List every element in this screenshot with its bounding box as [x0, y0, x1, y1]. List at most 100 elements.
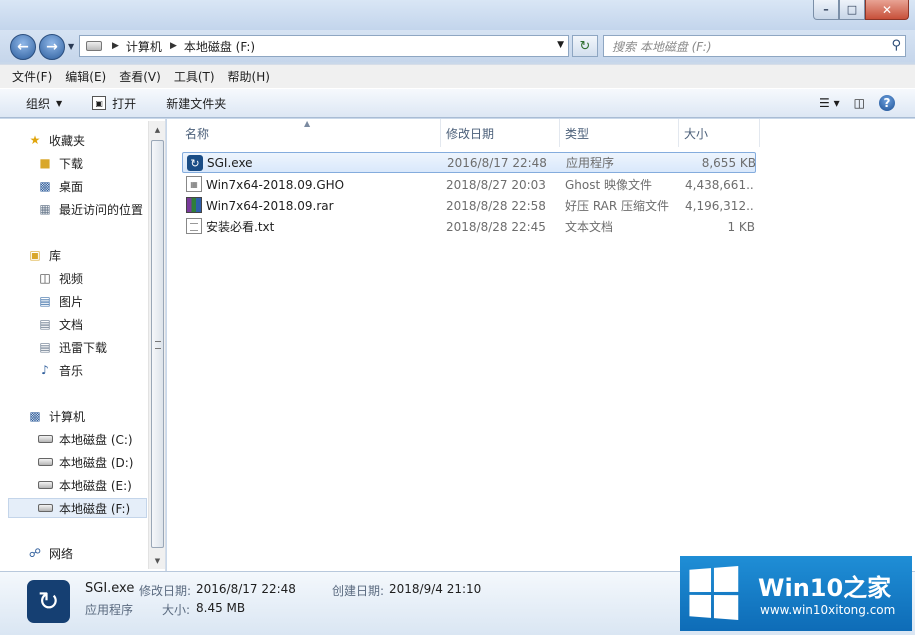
details-created-value: 2018/9/4 21:10 [389, 582, 482, 596]
new-folder-button[interactable]: 新建文件夹 [166, 95, 226, 112]
file-row[interactable]: ↻ SGI.exe 2016/8/17 22:48 应用程序 8,655 KB [182, 152, 756, 173]
open-button[interactable]: ▣ 打开 [92, 95, 136, 112]
file-name: 安装必看.txt [206, 220, 275, 234]
maximize-icon: □ [846, 3, 858, 16]
search-icon[interactable]: ⚲ [891, 38, 901, 53]
column-header-name[interactable]: 名称 [179, 119, 441, 147]
preview-pane-button[interactable]: ◫ [854, 96, 865, 110]
drive-icon [37, 477, 53, 493]
address-row: ← → ▼ ▶ 计算机 ▶ 本地磁盘 (F:) ▼ ↻ 搜索 本地磁盘 (F:)… [0, 30, 915, 62]
chevron-right-icon[interactable]: ▶ [170, 41, 177, 51]
scroll-up-icon[interactable]: ▲ [149, 121, 165, 138]
command-bar: 组织 ▼ ▣ 打开 新建文件夹 ☰ ▾ ◫ ? [0, 88, 915, 118]
forward-button[interactable]: → [39, 34, 65, 60]
file-row[interactable]: 安装必看.txt 2018/8/28 22:45 文本文档 1 KB [182, 216, 756, 237]
nav-thunder-downloads-label: 迅雷下载 [59, 340, 108, 355]
nav-documents-label: 文档 [59, 317, 84, 332]
nav-downloads-label: 下载 [59, 156, 84, 171]
file-date: 2018/8/28 22:45 [446, 219, 546, 234]
column-header-size[interactable]: 大小 [679, 119, 760, 147]
gho-file-icon: ▦ [186, 176, 202, 192]
column-size-label: 大小 [684, 126, 709, 141]
nav-drive-f[interactable]: 本地磁盘 (F:) [8, 498, 147, 518]
menu-help[interactable]: 帮助(H) [228, 68, 270, 85]
nav-libraries-label: 库 [49, 248, 62, 263]
chevron-down-icon: ▼ [56, 98, 63, 108]
window-controls: – □ ✕ [813, 0, 909, 20]
address-bar[interactable]: ▶ 计算机 ▶ 本地磁盘 (F:) ▼ [79, 35, 569, 57]
address-history-dropdown[interactable]: ▼ [557, 40, 564, 50]
watermark: Win10之家 www.win10xitong.com [680, 556, 912, 631]
nav-computer[interactable]: ▩ 计算机 [27, 406, 85, 426]
file-row[interactable]: ▦ Win7x64-2018.09.GHO 2018/8/27 20:03 Gh… [182, 174, 756, 195]
nav-drive-d[interactable]: 本地磁盘 (D:) [37, 452, 133, 472]
organize-button[interactable]: 组织 ▼ [26, 95, 62, 112]
star-icon: ★ [29, 133, 41, 147]
breadcrumb-drive-f[interactable]: 本地磁盘 (F:) [184, 38, 255, 55]
nav-pictures[interactable]: ▤ 图片 [37, 291, 83, 311]
nav-music[interactable]: ♪ 音乐 [37, 360, 83, 380]
close-icon: ✕ [881, 2, 893, 17]
nav-videos[interactable]: ◫ 视频 [37, 268, 83, 288]
column-date-label: 修改日期 [446, 126, 495, 141]
file-name: Win7x64-2018.09.GHO [206, 177, 345, 192]
nav-scrollbar[interactable]: ▲ ▼ [148, 121, 165, 569]
minimize-button[interactable]: – [813, 0, 839, 20]
nav-videos-label: 视频 [59, 271, 84, 286]
organize-label: 组织 [26, 96, 51, 111]
nav-network[interactable]: ☍ 网络 [27, 543, 73, 563]
chevron-right-icon[interactable]: ▶ [112, 41, 119, 51]
breadcrumb-computer[interactable]: 计算机 [126, 38, 162, 55]
file-type: 文本文档 [565, 220, 614, 234]
videos-icon: ◫ [39, 271, 51, 285]
desktop-icon: ▩ [39, 179, 51, 193]
nav-drive-c[interactable]: 本地磁盘 (C:) [37, 429, 133, 449]
scroll-thumb[interactable] [151, 140, 164, 548]
music-icon: ♪ [41, 363, 49, 377]
file-row[interactable]: Win7x64-2018.09.rar 2018/8/28 22:58 好压 R… [182, 195, 756, 216]
menu-edit[interactable]: 编辑(E) [65, 68, 106, 85]
details-modified-label: 修改日期: [139, 584, 192, 598]
computer-icon: ▩ [29, 409, 41, 423]
nav-downloads[interactable]: ■ 下载 [37, 153, 83, 173]
help-button[interactable]: ? [879, 95, 895, 111]
refresh-button[interactable]: ↻ [572, 35, 598, 57]
maximize-button[interactable]: □ [839, 0, 865, 20]
scroll-down-icon[interactable]: ▼ [149, 552, 165, 569]
details-created-label: 创建日期: [332, 584, 385, 598]
pictures-icon: ▤ [39, 294, 51, 308]
nav-drive-e-label: 本地磁盘 (E:) [59, 478, 132, 493]
nav-drive-e[interactable]: 本地磁盘 (E:) [37, 475, 132, 495]
nav-recent-places[interactable]: ▦ 最近访问的位置 [37, 199, 143, 219]
nav-libraries[interactable]: ▣ 库 [27, 245, 61, 265]
watermark-url: www.win10xitong.com [760, 603, 896, 617]
nav-desktop[interactable]: ▩ 桌面 [37, 176, 83, 196]
column-header-date[interactable]: 修改日期 [441, 119, 560, 147]
nav-documents[interactable]: ▤ 文档 [37, 314, 83, 334]
text-file-icon [186, 218, 202, 234]
file-size: 1 KB [727, 219, 755, 234]
menu-file[interactable]: 文件(F) [12, 68, 52, 85]
recent-pages-dropdown[interactable]: ▼ [68, 42, 74, 51]
nav-favorites[interactable]: ★ 收藏夹 [27, 130, 85, 150]
search-input[interactable]: 搜索 本地磁盘 (F:) ⚲ [603, 35, 906, 57]
file-size: 8,655 KB [701, 155, 756, 170]
nav-music-label: 音乐 [59, 363, 84, 378]
details-modified-value: 2016/8/17 22:48 [196, 582, 296, 596]
file-date: 2018/8/28 22:58 [446, 198, 546, 213]
rar-archive-icon [186, 197, 202, 213]
column-header-type[interactable]: 类型 [560, 119, 679, 147]
nav-thunder-downloads[interactable]: ▤ 迅雷下载 [37, 337, 107, 357]
downloads-folder-icon: ■ [39, 156, 51, 170]
recent-places-icon: ▦ [39, 202, 51, 216]
file-size: 4,438,661... [685, 177, 755, 192]
network-icon: ☍ [28, 546, 42, 560]
close-button[interactable]: ✕ [865, 0, 909, 20]
menu-view[interactable]: 查看(V) [119, 68, 161, 85]
nav-recent-places-label: 最近访问的位置 [59, 202, 144, 217]
libraries-icon: ▣ [29, 248, 41, 262]
change-view-button[interactable]: ☰ ▾ [819, 96, 840, 110]
nav-drive-d-label: 本地磁盘 (D:) [59, 455, 134, 470]
menu-tools[interactable]: 工具(T) [174, 68, 215, 85]
back-button[interactable]: ← [10, 34, 36, 60]
